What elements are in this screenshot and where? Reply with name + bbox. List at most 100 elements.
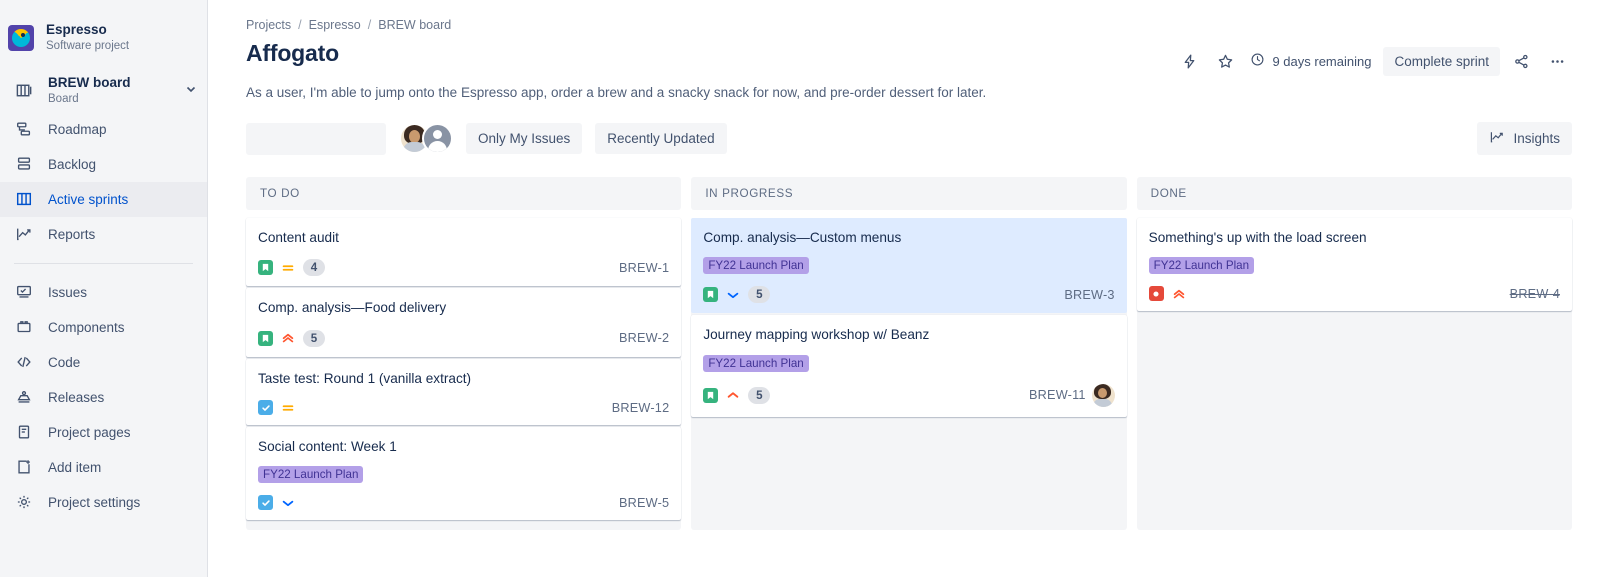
issue-card-title: Journey mapping workshop w/ Beanz bbox=[703, 327, 930, 343]
only-my-issues-button[interactable]: Only My Issues bbox=[466, 123, 583, 154]
avatar-placeholder[interactable] bbox=[422, 123, 453, 154]
issue-key[interactable]: BREW-2 bbox=[619, 331, 669, 345]
issue-card[interactable]: Comp. analysis—Custom menus FY22 Launch P… bbox=[691, 218, 1127, 314]
task-type-icon bbox=[258, 400, 273, 416]
sidebar-item-active-sprints[interactable]: Active sprints bbox=[0, 181, 207, 217]
board-toolbar: Only My Issues Recently Updated Insights bbox=[246, 122, 1572, 155]
sidebar-label-active-sprints: Active sprints bbox=[48, 191, 129, 207]
board-name: BREW board bbox=[48, 75, 131, 91]
sidebar-label-issues: Issues bbox=[48, 284, 88, 300]
column-header: IN PROGRESS bbox=[691, 177, 1127, 210]
issue-card[interactable]: Comp. analysis—Food delivery 5 BREW-2 bbox=[246, 288, 682, 357]
breadcrumb-brew-board[interactable]: BREW board bbox=[378, 18, 451, 32]
recently-updated-button[interactable]: Recently Updated bbox=[595, 123, 727, 154]
more-options-icon[interactable] bbox=[1542, 46, 1572, 76]
sidebar-label-project-pages: Project pages bbox=[48, 424, 131, 440]
issue-card-title: Something's up with the load screen bbox=[1148, 230, 1367, 245]
main-content: Projects / Espresso / BREW board Affogat… bbox=[208, 0, 1600, 577]
project-header[interactable]: Espresso Software project bbox=[0, 16, 207, 60]
sidebar-item-roadmap[interactable]: Roadmap bbox=[0, 112, 207, 147]
epic-tag[interactable]: FY22 Launch Plan bbox=[703, 257, 809, 275]
board-column: IN PROGRESS Comp. analysis—Custom menus FY… bbox=[691, 177, 1127, 530]
issue-card-title: Taste test: Round 1 (vanilla extract) bbox=[258, 370, 472, 386]
sidebar-item-project-settings[interactable]: Project settings bbox=[0, 485, 207, 520]
sidebar-label-releases: Releases bbox=[48, 389, 105, 405]
sidebar-label-add-item: Add item bbox=[48, 459, 102, 475]
issue-key[interactable]: BREW-5 bbox=[619, 496, 669, 510]
story-type-icon bbox=[703, 387, 719, 403]
priority-low-icon bbox=[726, 288, 740, 302]
sidebar-item-backlog[interactable]: Backlog bbox=[0, 147, 207, 182]
sidebar-label-code: Code bbox=[48, 354, 81, 370]
lightning-bolt-icon[interactable] bbox=[1174, 46, 1204, 76]
breadcrumb: Projects / Espresso / BREW board bbox=[246, 18, 1572, 32]
sidebar-item-issues[interactable]: Issues bbox=[0, 275, 207, 310]
issue-card[interactable]: Social content: Week 1 FY22 Launch Plan BR… bbox=[246, 427, 682, 521]
sidebar-item-add-item[interactable]: Add item bbox=[0, 450, 207, 485]
issue-key[interactable]: BREW-3 bbox=[1064, 288, 1114, 302]
sidebar-item-project-pages[interactable]: Project pages bbox=[0, 415, 207, 450]
issue-card-footer: BREW-5 bbox=[258, 495, 669, 511]
story-points-badge: 5 bbox=[303, 329, 325, 347]
board-column: DONE Something's up with the load screen F… bbox=[1136, 177, 1572, 530]
jira-board-app: Espresso Software project BREW board Boa… bbox=[0, 0, 1600, 577]
issue-card-footer: 5 BREW-11 bbox=[703, 383, 1115, 407]
issue-meta bbox=[1148, 286, 1186, 302]
issue-card-footer: 5 BREW-2 bbox=[258, 329, 669, 347]
project-type: Software project bbox=[46, 40, 130, 53]
sidebar-item-components[interactable]: Components bbox=[0, 310, 207, 345]
days-remaining-label: 9 days remaining bbox=[1272, 53, 1372, 69]
breadcrumb-espresso[interactable]: Espresso bbox=[309, 18, 361, 32]
sidebar-item-brew-board[interactable]: BREW board Board bbox=[0, 70, 207, 112]
epic-tag[interactable]: FY22 Launch Plan bbox=[258, 466, 364, 484]
story-type-icon bbox=[258, 260, 273, 276]
story-type-icon bbox=[258, 330, 273, 346]
complete-sprint-button[interactable]: Complete sprint bbox=[1383, 46, 1500, 76]
issue-key[interactable]: BREW-11 bbox=[1029, 388, 1086, 402]
epic-tag[interactable]: FY22 Launch Plan bbox=[703, 354, 809, 372]
priority-medium-icon bbox=[281, 261, 295, 275]
backlog-icon bbox=[14, 154, 34, 174]
board-columns: TO DO Content audit 4 BREW-1 Comp. analysis—… bbox=[246, 177, 1572, 530]
chevron-down-icon[interactable] bbox=[185, 83, 197, 98]
issue-key[interactable]: BREW-4 bbox=[1510, 287, 1560, 301]
priority-medium-icon bbox=[281, 401, 295, 415]
sidebar-item-code[interactable]: Code bbox=[0, 345, 207, 380]
column-header: TO DO bbox=[246, 177, 682, 210]
sidebar-divider bbox=[14, 262, 193, 264]
components-icon bbox=[14, 317, 34, 337]
story-points-badge: 4 bbox=[303, 259, 325, 277]
issue-card-title: Content audit bbox=[258, 230, 339, 245]
bug-type-icon bbox=[1148, 286, 1164, 302]
star-icon[interactable] bbox=[1210, 46, 1240, 76]
assignee-avatar[interactable] bbox=[1091, 383, 1115, 407]
board-columns-icon bbox=[14, 189, 34, 209]
sidebar-item-reports[interactable]: Reports bbox=[0, 217, 207, 252]
issue-meta: 5 bbox=[258, 329, 325, 347]
issue-key[interactable]: BREW-12 bbox=[612, 401, 670, 415]
share-icon[interactable] bbox=[1506, 46, 1536, 76]
issue-card[interactable]: Journey mapping workshop w/ Beanz FY22 La… bbox=[691, 315, 1127, 417]
sidebar-label-components: Components bbox=[48, 319, 125, 335]
espresso-project-logo-icon bbox=[8, 24, 34, 51]
issue-key[interactable]: BREW-1 bbox=[619, 261, 669, 275]
column-card-list: Comp. analysis—Custom menus FY22 Launch P… bbox=[691, 218, 1127, 530]
issue-card[interactable]: Content audit 4 BREW-1 bbox=[246, 218, 682, 287]
priority-high-icon bbox=[726, 388, 740, 402]
breadcrumb-separator: / bbox=[298, 18, 302, 32]
priority-low-icon bbox=[281, 496, 295, 510]
insights-label: Insights bbox=[1513, 131, 1560, 146]
search-box[interactable] bbox=[246, 122, 444, 155]
issue-card[interactable]: Taste test: Round 1 (vanilla extract) BRE… bbox=[246, 358, 682, 426]
code-icon bbox=[14, 352, 34, 372]
sidebar-label-backlog: Backlog bbox=[48, 156, 97, 172]
clock-icon bbox=[1250, 52, 1265, 70]
story-points-badge: 5 bbox=[748, 386, 771, 404]
sidebar-item-releases[interactable]: Releases bbox=[0, 380, 207, 415]
epic-tag[interactable]: FY22 Launch Plan bbox=[1148, 257, 1255, 275]
column-card-list: Content audit 4 BREW-1 Comp. analysis—Food … bbox=[246, 218, 682, 530]
avatar-group[interactable] bbox=[399, 123, 453, 154]
breadcrumb-projects[interactable]: Projects bbox=[246, 18, 291, 32]
issue-card[interactable]: Something's up with the load screen FY22 … bbox=[1136, 218, 1572, 312]
insights-button[interactable]: Insights bbox=[1477, 122, 1572, 155]
